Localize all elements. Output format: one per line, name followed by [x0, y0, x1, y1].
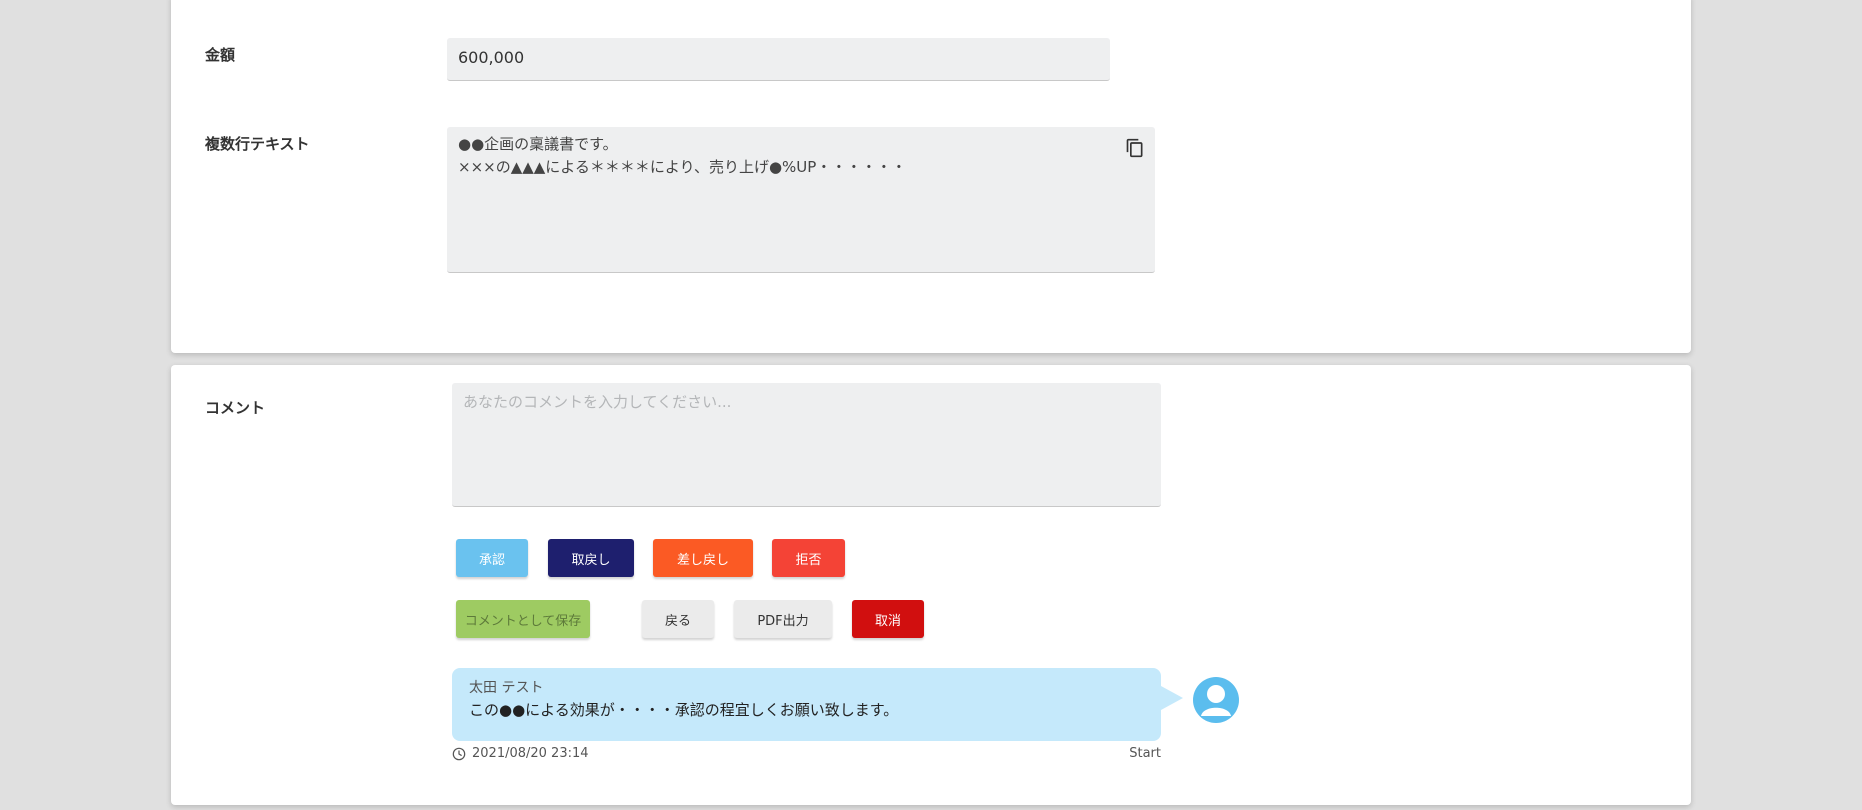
comment-status: Start — [1129, 746, 1161, 761]
cancel-button[interactable]: 取消 — [852, 600, 924, 638]
form-card: 金額 600,000 複数行テキスト ●●企画の稟議書です。 ×××の▲▲▲によ… — [171, 0, 1691, 353]
multiline-text-field[interactable]: ●●企画の稟議書です。 ×××の▲▲▲による＊＊＊＊により、売り上げ●%UP・・… — [447, 127, 1155, 273]
save-comment-button[interactable]: コメントとして保存 — [456, 600, 590, 638]
clock-icon — [452, 747, 466, 760]
pdf-export-button[interactable]: PDF出力 — [734, 600, 832, 638]
multiline-text-line: ●●企画の稟議書です。 — [458, 135, 618, 153]
comment-text: この●●による効果が・・・・承認の程宜しくお願い致します。 — [469, 701, 899, 719]
withdraw-button[interactable]: 取戻し — [548, 539, 634, 577]
user-avatar-icon — [1193, 677, 1239, 723]
comment-author: 太田 テスト — [469, 680, 544, 696]
comment-input[interactable] — [452, 383, 1161, 507]
copy-icon[interactable] — [1125, 137, 1145, 159]
multiline-text-line: ×××の▲▲▲による＊＊＊＊により、売り上げ●%UP・・・・・・ — [458, 158, 907, 176]
back-button[interactable]: 戻る — [642, 600, 714, 638]
multiline-text-label: 複数行テキスト — [205, 135, 310, 153]
send-back-button[interactable]: 差し戻し — [653, 539, 753, 577]
comment-card: コメント 承認 取戻し 差し戻し 拒否 コメントとして保存 戻る PDF出力 取… — [171, 365, 1691, 805]
timestamp-text: 2021/08/20 23:14 — [472, 746, 589, 761]
page-background: { "form": { "amount_label": "金額", "amoun… — [0, 0, 1862, 810]
approve-button[interactable]: 承認 — [456, 539, 528, 577]
amount-field[interactable]: 600,000 — [447, 38, 1110, 81]
reject-button[interactable]: 拒否 — [772, 539, 845, 577]
comment-bubble: 太田 テスト この●●による効果が・・・・承認の程宜しくお願い致します。 — [452, 668, 1183, 741]
comment-timestamp: 2021/08/20 23:14 — [452, 746, 589, 761]
amount-label: 金額 — [205, 46, 236, 64]
comment-label: コメント — [205, 399, 266, 417]
